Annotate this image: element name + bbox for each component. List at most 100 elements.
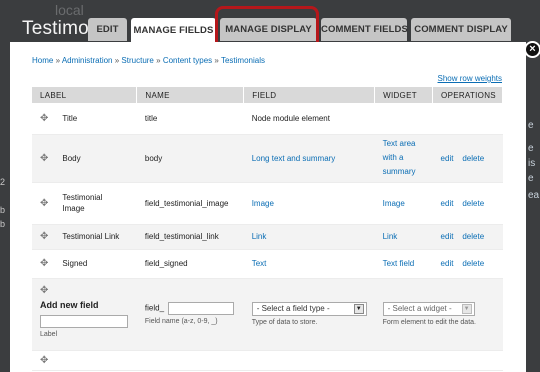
row-operations bbox=[432, 350, 503, 371]
overlay-panel: Home » Administration » Structure » Cont… bbox=[10, 42, 526, 372]
table-row: ✥ Testimonial Image field_testimonial_im… bbox=[32, 182, 503, 225]
background-side-line: 2 bbox=[0, 177, 6, 187]
row-operations bbox=[432, 103, 503, 135]
add-new-label-cell: ✥ Add new field Label bbox=[32, 278, 137, 351]
row-widget-link[interactable]: Image bbox=[383, 199, 405, 208]
add-new-field-type-cell: - Select a field type - ▼ Type of data t… bbox=[243, 278, 375, 351]
delete-link[interactable]: delete bbox=[462, 232, 484, 241]
table-row: ✥ Signed field_signed Text Text field ed… bbox=[32, 249, 503, 279]
drag-handle-icon[interactable]: ✥ bbox=[40, 198, 48, 209]
column-header-label: LABEL bbox=[32, 87, 138, 103]
background-right-line: e bbox=[528, 173, 534, 184]
row-label: Testimonial Image bbox=[62, 193, 103, 213]
edit-link[interactable]: edit bbox=[441, 199, 454, 208]
row-label: Body bbox=[62, 153, 81, 163]
row-widget bbox=[374, 103, 433, 135]
row-field: Node module element bbox=[243, 103, 375, 135]
drag-handle-icon[interactable]: ✥ bbox=[40, 285, 137, 296]
column-header-widget: WIDGET bbox=[374, 87, 434, 103]
row-label: Testimonial Link bbox=[62, 232, 120, 241]
field-type-select[interactable]: - Select a field type - ▼ bbox=[251, 301, 367, 316]
breadcrumb-testimonials[interactable]: Testimonials bbox=[221, 56, 265, 65]
table-row: ✥ Title title Node module element bbox=[32, 103, 503, 135]
background-right-text: e e is e ea bbox=[528, 118, 540, 203]
row-label: Signed bbox=[62, 259, 88, 268]
table-row: ✥ Testimonial Link field_testimonial_lin… bbox=[32, 224, 503, 250]
row-label: Title bbox=[62, 113, 78, 123]
edit-link[interactable]: edit bbox=[441, 154, 454, 163]
delete-link[interactable]: delete bbox=[462, 199, 484, 208]
new-field-label-desc: Label bbox=[40, 330, 58, 338]
table-header: LABEL NAME FIELD WIDGET OPERATIONS bbox=[32, 87, 503, 103]
fields-table: LABEL NAME FIELD WIDGET OPERATIONS ✥ Tit… bbox=[32, 87, 503, 371]
field-name-desc: Field name (a-z, 0-9, _) bbox=[144, 317, 218, 325]
background-right-line: e is bbox=[528, 143, 536, 169]
breadcrumb-separator: » bbox=[114, 56, 120, 65]
tab-edit[interactable]: EDIT bbox=[88, 18, 127, 41]
widget-select-value: - Select a widget - bbox=[387, 304, 452, 313]
edit-link[interactable]: edit bbox=[441, 259, 454, 268]
breadcrumb-structure[interactable]: Structure bbox=[121, 56, 153, 65]
breadcrumb-separator: » bbox=[214, 56, 219, 65]
column-header-name: NAME bbox=[136, 87, 245, 103]
chevron-down-icon: ▼ bbox=[353, 303, 364, 314]
chevron-down-icon: ▼ bbox=[461, 303, 472, 314]
add-new-field-heading: Add new field bbox=[40, 299, 99, 310]
add-new-widget-cell: - Select a widget - ▼ Form element to ed… bbox=[374, 278, 503, 351]
label-cell: ✥ Testimonial Image bbox=[32, 182, 137, 225]
drag-handle-icon[interactable]: ✥ bbox=[40, 355, 48, 366]
breadcrumb-administration[interactable]: Administration bbox=[62, 56, 113, 65]
row-field-link[interactable]: Link bbox=[252, 232, 267, 241]
add-new-name-cell: field_ Field name (a-z, 0-9, _) bbox=[136, 278, 244, 351]
table-row: ✥ Body body Long text and summary Text a… bbox=[32, 134, 503, 183]
row-widget bbox=[374, 350, 433, 371]
tab-manage-fields[interactable]: MANAGE FIELDS bbox=[131, 18, 216, 43]
drag-handle-icon[interactable]: ✥ bbox=[40, 258, 48, 269]
delete-link[interactable]: delete bbox=[462, 154, 484, 163]
background-right-line: e bbox=[528, 120, 534, 131]
row-widget-link[interactable]: Text area with a summary bbox=[383, 139, 416, 176]
new-field-label-input[interactable] bbox=[40, 314, 128, 328]
background-side-line: b bbox=[0, 205, 6, 215]
background-ghost-text: local bbox=[55, 2, 84, 18]
background-side-line: b bbox=[0, 219, 6, 229]
column-header-operations: OPERATIONS bbox=[432, 87, 503, 103]
drag-handle-icon[interactable]: ✥ bbox=[40, 231, 48, 242]
row-field-link[interactable]: Text bbox=[252, 259, 267, 268]
row-field-link[interactable]: Image bbox=[252, 199, 274, 208]
breadcrumb: Home » Administration » Structure » Cont… bbox=[32, 56, 265, 65]
row-name: field_testimonial_link bbox=[136, 224, 244, 250]
label-cell: ✥ bbox=[32, 350, 137, 371]
new-field-name-input[interactable] bbox=[168, 301, 235, 315]
add-new-field-row: ✥ Add new field Label field_ Field name … bbox=[32, 278, 503, 351]
row-name: title bbox=[136, 103, 244, 135]
breadcrumb-separator: » bbox=[55, 56, 61, 65]
field-name-prefix: field_ bbox=[144, 303, 165, 313]
label-cell: ✥ Testimonial Link bbox=[32, 224, 137, 250]
field-type-select-value: - Select a field type - bbox=[256, 304, 330, 313]
label-cell: ✥ Signed bbox=[32, 249, 137, 279]
close-icon[interactable]: × bbox=[524, 41, 540, 58]
drag-handle-icon[interactable]: ✥ bbox=[40, 153, 48, 164]
row-widget-link[interactable]: Link bbox=[383, 232, 398, 241]
row-name: field_signed bbox=[136, 249, 244, 279]
column-header-field: FIELD bbox=[243, 87, 376, 103]
table-row: ✥ bbox=[32, 350, 503, 371]
tab-comment-fields[interactable]: COMMENT FIELDS bbox=[321, 18, 408, 41]
breadcrumb-home[interactable]: Home bbox=[32, 56, 53, 65]
edit-link[interactable]: edit bbox=[441, 232, 454, 241]
row-field-link[interactable]: Long text and summary bbox=[252, 154, 336, 163]
breadcrumb-separator: » bbox=[156, 56, 161, 65]
background-side-text: 2 b b bbox=[0, 175, 5, 231]
widget-select[interactable]: - Select a widget - ▼ bbox=[382, 301, 475, 316]
delete-link[interactable]: delete bbox=[462, 259, 484, 268]
widget-desc: Form element to edit the data. bbox=[382, 318, 476, 326]
background-right-line: ea bbox=[528, 190, 540, 201]
show-row-weights-link[interactable]: Show row weights bbox=[438, 74, 502, 83]
tab-comment-display[interactable]: COMMENT DISPLAY bbox=[411, 18, 511, 41]
label-cell: ✥ Title bbox=[32, 103, 137, 135]
row-name: body bbox=[136, 134, 244, 183]
row-widget-link[interactable]: Text field bbox=[383, 259, 415, 268]
drag-handle-icon[interactable]: ✥ bbox=[40, 113, 48, 124]
breadcrumb-content-types[interactable]: Content types bbox=[163, 56, 212, 65]
